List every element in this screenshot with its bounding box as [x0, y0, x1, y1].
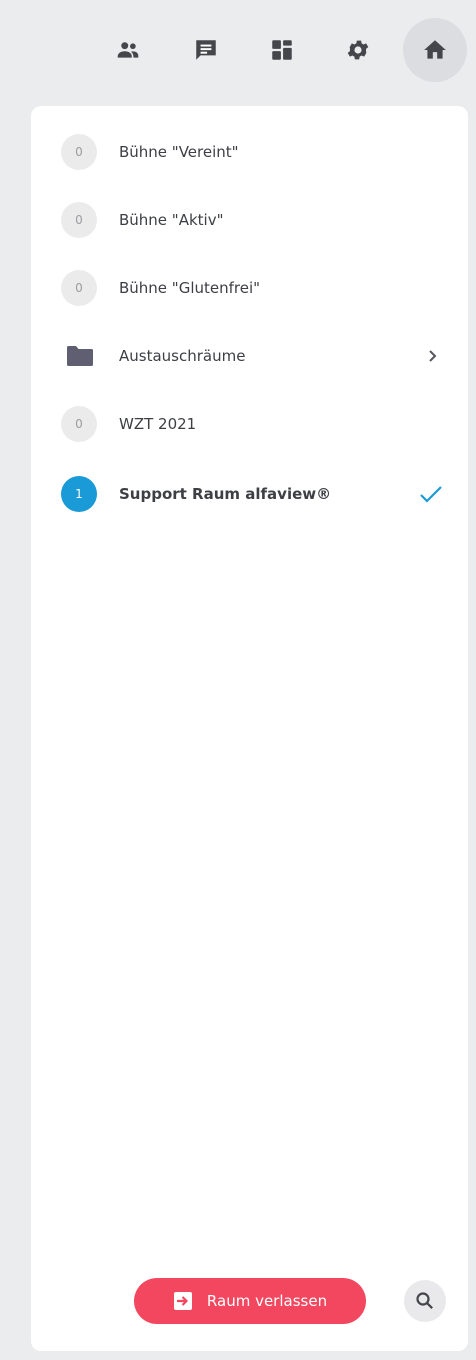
participants-button[interactable] — [96, 18, 160, 82]
layout-button[interactable] — [250, 18, 314, 82]
users-icon — [117, 42, 139, 58]
home-icon — [424, 40, 446, 59]
chevron-right-icon — [426, 346, 440, 366]
settings-button[interactable] — [326, 18, 390, 82]
room-item-active[interactable]: 1 Support Raum alfaview® — [31, 468, 468, 520]
room-item[interactable]: 0 Bühne "Aktiv" — [31, 194, 468, 246]
chat-icon — [196, 40, 216, 60]
room-label: Bühne "Vereint" — [119, 143, 239, 161]
folder-label: Austauschräume — [119, 347, 246, 365]
participant-count-badge: 0 — [61, 202, 97, 238]
search-button[interactable] — [404, 1280, 446, 1322]
dashboard-icon — [272, 40, 292, 60]
room-item[interactable]: 0 Bühne "Glutenfrei" — [31, 262, 468, 314]
room-label: Support Raum alfaview® — [119, 485, 332, 503]
top-toolbar — [0, 0, 476, 100]
exit-icon — [173, 1292, 192, 1310]
leave-room-button[interactable]: Raum verlassen — [134, 1278, 366, 1324]
room-label: Bühne "Glutenfrei" — [119, 279, 261, 297]
participant-count-badge: 0 — [61, 134, 97, 170]
leave-room-label: Raum verlassen — [206, 1292, 328, 1310]
participant-count-badge: 0 — [61, 270, 97, 306]
room-label: WZT 2021 — [119, 415, 197, 433]
room-item[interactable]: 0 Bühne "Vereint" — [31, 126, 468, 178]
participant-count-badge: 0 — [61, 406, 97, 442]
room-list-panel: 0 Bühne "Vereint" 0 Bühne "Aktiv" 0 Bühn… — [31, 106, 468, 1351]
checkmark-icon — [418, 482, 444, 506]
participant-count-badge: 1 — [61, 476, 97, 512]
chat-button[interactable] — [174, 18, 238, 82]
home-button[interactable] — [403, 18, 467, 82]
room-label: Bühne "Aktiv" — [119, 211, 224, 229]
gear-icon — [347, 40, 369, 60]
room-folder-item[interactable]: Austauschräume — [31, 330, 468, 382]
room-item[interactable]: 0 WZT 2021 — [31, 398, 468, 450]
search-icon — [416, 1292, 433, 1309]
folder-icon — [66, 345, 94, 367]
